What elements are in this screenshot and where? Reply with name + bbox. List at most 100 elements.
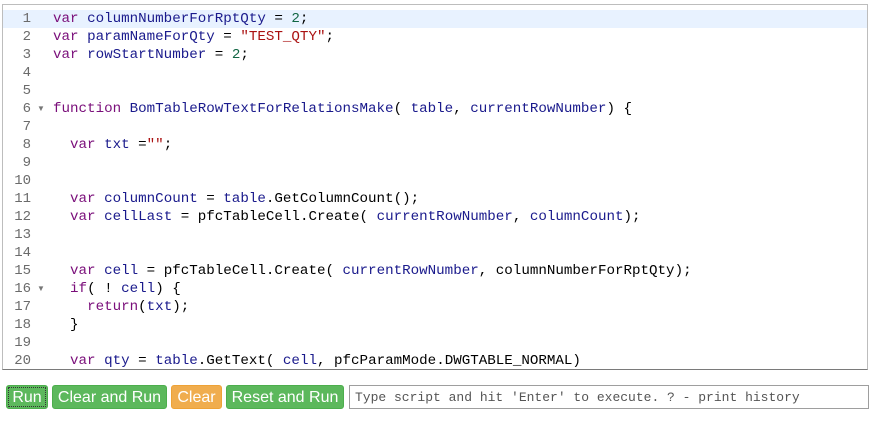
line-number: 13 <box>14 227 31 243</box>
console-input[interactable] <box>349 385 869 409</box>
code-area[interactable]: var columnNumberForRptQty = 2; var paramN… <box>47 5 867 369</box>
code-token: = <box>129 353 156 369</box>
code-line[interactable]: var columnNumberForRptQty = 2; <box>47 10 867 28</box>
code-line[interactable] <box>47 244 867 262</box>
line-number: 8 <box>22 137 31 153</box>
line-number: 15 <box>14 263 31 279</box>
code-line[interactable]: var txt =""; <box>47 136 867 154</box>
code-text: var paramNameForQty = "TEST_QTY"; <box>53 28 334 46</box>
code-token: = <box>138 263 164 279</box>
code-token: ; <box>325 29 334 45</box>
code-token: columnCount <box>529 209 624 225</box>
triangle-down-icon[interactable]: ▼ <box>37 100 45 118</box>
code-line[interactable]: } <box>47 316 867 334</box>
line-number: 3 <box>22 47 31 63</box>
code-token: . <box>197 353 207 369</box>
line-number: 6 <box>22 101 31 117</box>
code-token: , <box>478 263 496 279</box>
code-token: Create <box>308 209 360 225</box>
code-token: function <box>53 101 122 117</box>
code-token: pfcTableCell <box>163 263 266 279</box>
code-token: , <box>453 101 471 117</box>
code-text: var columnNumberForRptQty = 2; <box>53 10 308 28</box>
code-text: if( ! cell) { <box>53 280 181 298</box>
code-line[interactable]: var qty = table.GetText( cell, pfcParamM… <box>47 352 867 369</box>
code-token: var <box>70 209 96 225</box>
triangle-down-icon[interactable]: ▼ <box>37 280 45 298</box>
code-token: qty <box>104 353 130 369</box>
code-token: columnNumberForRptQty <box>495 263 675 279</box>
code-token: . <box>436 353 445 369</box>
code-line[interactable]: var rowStartNumber = 2; <box>47 46 867 64</box>
clear-and-run-button[interactable]: Clear and Run <box>52 385 167 409</box>
code-line[interactable]: var columnCount = table.GetColumnCount()… <box>47 190 867 208</box>
code-token: cell <box>121 281 156 297</box>
code-token: columnCount <box>104 191 198 207</box>
code-token: ) { <box>155 281 181 297</box>
code-token: } <box>53 317 79 333</box>
code-token: table <box>155 353 198 369</box>
console-toolbar: Run Clear and Run Clear Reset and Run <box>0 375 871 435</box>
code-token: (); <box>393 191 420 207</box>
code-line[interactable]: var cellLast = pfcTableCell.Create( curr… <box>47 208 867 226</box>
code-line[interactable] <box>47 154 867 172</box>
code-token: var <box>53 47 79 63</box>
reset-and-run-button[interactable]: Reset and Run <box>226 385 344 409</box>
code-token: cell <box>282 353 317 369</box>
code-line[interactable] <box>47 334 867 352</box>
code-editor[interactable]: 1 2 3 4 5 6 ▼ 7 8 9 10 11 12 13 14 15 16 ▼ 17 18 19 20 var co… <box>2 4 868 370</box>
code-token: ); <box>623 209 641 225</box>
code-line[interactable] <box>47 172 867 190</box>
code-token: = <box>197 191 224 207</box>
code-token: txt <box>104 137 130 153</box>
code-line[interactable]: function BomTableRowTextForRelationsMake… <box>47 100 867 118</box>
code-token: var <box>70 263 96 279</box>
code-token: Create <box>274 263 326 279</box>
code-token: GetColumnCount <box>274 191 394 207</box>
code-line[interactable] <box>47 118 867 136</box>
code-token: ); <box>674 263 692 279</box>
code-token: 2 <box>291 11 300 27</box>
code-token: cellLast <box>104 209 173 225</box>
code-token: ( <box>325 263 343 279</box>
code-token: currentRowNumber <box>376 209 513 225</box>
run-button[interactable]: Run <box>6 385 48 409</box>
code-text: return(txt); <box>53 298 189 316</box>
code-token: cell <box>104 263 139 279</box>
code-token: "TEST_QTY" <box>240 29 326 45</box>
code-token: , <box>512 209 530 225</box>
code-token: currentRowNumber <box>342 263 479 279</box>
code-token: ( <box>138 299 147 315</box>
code-text: var rowStartNumber = 2; <box>53 46 249 64</box>
code-token: = <box>214 29 241 45</box>
code-text: } <box>53 316 79 334</box>
code-text: function BomTableRowTextForRelationsMake… <box>53 100 632 118</box>
code-text: var cellLast = pfcTableCell.Create( curr… <box>53 208 641 226</box>
line-number-gutter: 1 2 3 4 5 6 ▼ 7 8 9 10 11 12 13 14 15 16 ▼ 17 18 19 20 <box>3 5 47 369</box>
code-token: paramNameForQty <box>87 29 215 45</box>
code-token: ) { <box>606 101 632 117</box>
code-token: ; <box>163 137 173 153</box>
code-line[interactable]: var cell = pfcTableCell.Create( currentR… <box>47 262 867 280</box>
code-token: = <box>129 137 147 153</box>
code-line[interactable] <box>47 226 867 244</box>
line-number: 5 <box>22 83 31 99</box>
code-line[interactable] <box>47 82 867 100</box>
code-line[interactable]: return(txt); <box>47 298 867 316</box>
code-token: currentRowNumber <box>470 101 607 117</box>
code-text: var txt =""; <box>53 136 172 154</box>
code-line[interactable] <box>47 64 867 82</box>
line-number: 19 <box>14 335 31 351</box>
code-token: ; <box>299 11 309 27</box>
code-line[interactable]: var paramNameForQty = "TEST_QTY"; <box>47 28 867 46</box>
code-line[interactable]: if( ! cell) { <box>47 280 867 298</box>
clear-button[interactable]: Clear <box>171 385 222 409</box>
code-token: DWGTABLE_NORMAL <box>444 353 573 369</box>
code-token: ( <box>359 209 377 225</box>
